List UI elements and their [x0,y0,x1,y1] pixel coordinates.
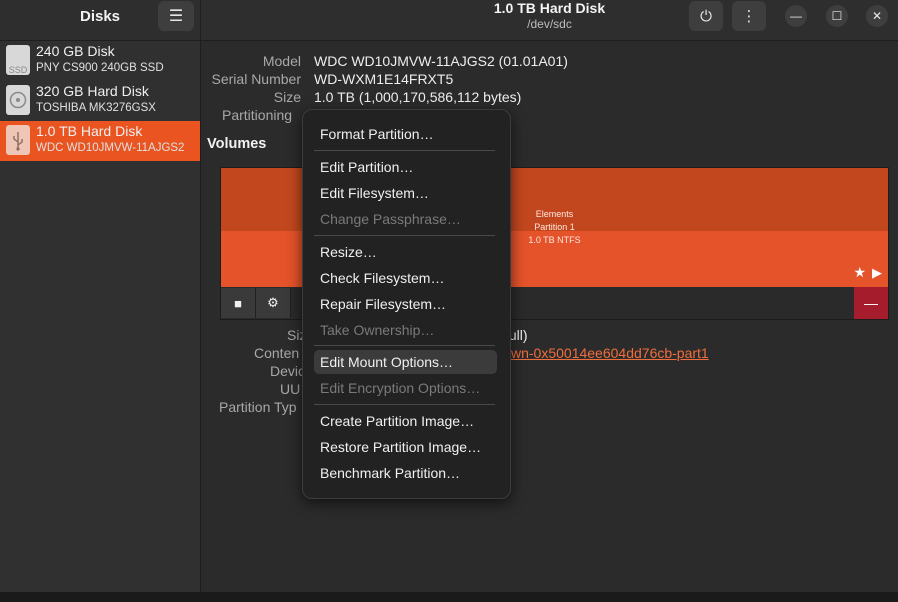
power-off-button[interactable]: ⏻ [689,1,723,31]
menu-item-benchmark-partition[interactable]: Benchmark Partition… [314,461,497,485]
serial-number-label: Serial Number [211,71,301,87]
vertical-ellipsis-icon: ⋮ [741,8,757,25]
menu-separator [314,150,495,151]
maximize-button[interactable]: ☐ [826,5,848,27]
hard-disk-icon [6,85,30,115]
disk-list-sidebar: SSD 240 GB Disk PNY CS900 240GB SSD 320 … [0,41,201,602]
menu-item-repair-filesystem[interactable]: Repair Filesystem… [314,292,497,316]
sidebar-header: Disks ☰ [0,0,201,41]
volumes-heading: Volumes [207,136,267,152]
minimize-button[interactable]: — [785,5,807,27]
model-label: Model [262,53,301,69]
contents-label: Conten [254,345,300,361]
uuid-label: UU [280,381,301,397]
star-icon: ★ [853,264,866,280]
menu-item-format-partition[interactable]: Format Partition… [314,122,497,146]
minimize-icon: — [790,9,802,23]
menu-item-take-ownership: Take Ownership… [320,322,435,338]
disks-window: Disks ☰ 1.0 TB Hard Disk /dev/sdc ⏻ ⋮ — … [0,0,898,602]
partition-options-menu: Format Partition… Edit Partition… Edit F… [302,109,511,499]
serial-number-value: WD-WXM1E14FRXT5 [314,71,454,87]
usb-drive-icon [6,125,30,155]
power-icon: ⏻ [700,7,712,25]
size-value: 1.0 TB (1,000,170,586,112 bytes) [314,89,522,105]
hamburger-menu-icon: ☰ [168,8,184,25]
disk-list-item-selected[interactable]: 1.0 TB Hard Disk WDC WD10JMVW-11AJGS2 [0,121,200,161]
disk-list-item[interactable]: 320 GB Hard Disk TOSHIBA MK3276GSX [0,81,200,121]
play-icon: ▶ [872,265,882,280]
menu-separator [314,235,495,236]
model-value: WDC WD10JMVW-11AJGS2 (01.01A01) [314,53,568,69]
menu-item-restore-partition-image[interactable]: Restore Partition Image… [314,435,497,459]
header-bar: 1.0 TB Hard Disk /dev/sdc ⏻ ⋮ — ☐ ✕ [201,0,898,41]
menu-item-create-partition-image[interactable]: Create Partition Image… [314,409,497,433]
menu-item-check-filesystem[interactable]: Check Filesystem… [314,266,497,290]
disk-model: WDC WD10JMVW-11AJGS2 [36,142,185,154]
delete-partition-button[interactable]: — [854,287,888,319]
partition-type-label: Partition Typ [219,399,297,415]
disk-model: PNY CS900 240GB SSD [36,62,164,74]
menu-item-resize[interactable]: Resize… [314,240,497,264]
menu-item-edit-partition[interactable]: Edit Partition… [314,155,497,179]
close-icon: ✕ [871,9,883,23]
menu-item-edit-mount-options[interactable]: Edit Mount Options… [314,350,497,374]
ssd-icon: SSD [6,45,30,75]
disk-name: 1.0 TB Hard Disk [36,123,143,139]
maximize-icon: ☐ [831,9,843,23]
stop-icon: ■ [234,295,242,311]
menu-separator [314,345,495,346]
partitioning-label: Partitioning [222,107,293,123]
close-button[interactable]: ✕ [866,5,888,27]
disk-model: TOSHIBA MK3276GSX [36,102,156,114]
device-link[interactable]: wn-0x50014ee604dd76cb-part1 [511,345,709,361]
main-menu-button[interactable]: ☰ [158,1,194,31]
menu-separator [314,404,495,405]
partition-settings-button[interactable]: ⚙ [256,288,291,318]
desktop-edge [0,592,898,602]
disk-name: 240 GB Disk [36,43,115,59]
size-label: Size [273,89,301,105]
disk-list-item[interactable]: SSD 240 GB Disk PNY CS900 240GB SSD [0,41,200,81]
minus-icon: — [864,295,878,311]
disk-name: 320 GB Hard Disk [36,83,149,99]
drive-options-button[interactable]: ⋮ [732,1,766,31]
gear-icon: ⚙ [267,295,279,310]
menu-item-change-passphrase: Change Passphrase… [320,211,461,227]
menu-item-edit-encryption-options: Edit Encryption Options… [320,380,481,396]
menu-item-edit-filesystem[interactable]: Edit Filesystem… [314,181,497,205]
device-label: Devic [270,363,306,379]
unmount-button[interactable]: ■ [221,288,256,318]
